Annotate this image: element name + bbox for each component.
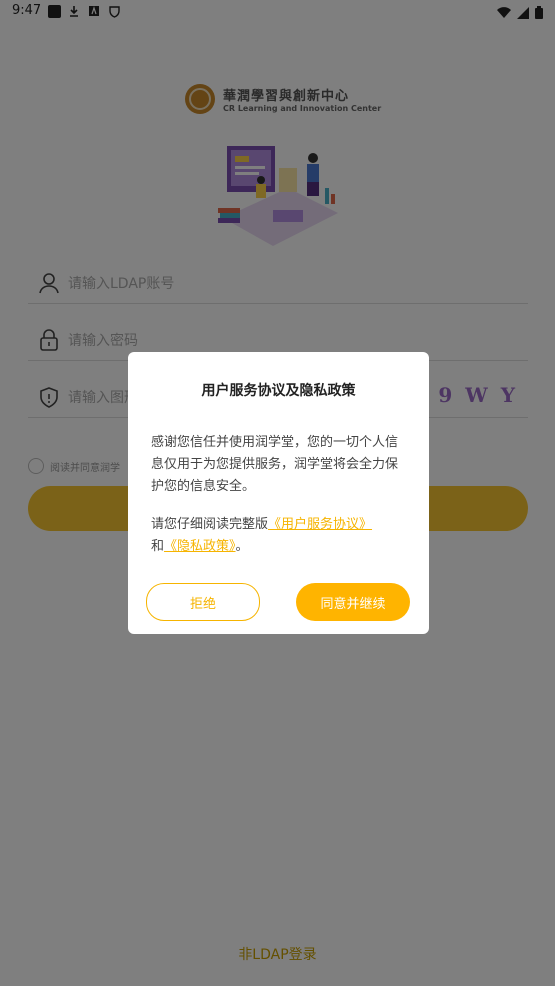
- reject-button[interactable]: 拒绝: [146, 583, 260, 621]
- dialog-paragraph-1: 感谢您信任并使用润学堂，您的一切个人信息仅用于为您提供服务，润学堂将会全力保护您…: [151, 435, 399, 494]
- dialog-p2-and: 和: [151, 539, 165, 554]
- service-agreement-link[interactable]: 《用户服务协议》: [268, 517, 372, 532]
- dialog-p2-prefix: 请您仔细阅读完整版: [151, 517, 269, 532]
- accept-button[interactable]: 同意并继续: [296, 583, 410, 621]
- dialog-paragraph-2: 请您仔细阅读完整版《用户服务协议》和《隐私政策》。: [151, 514, 409, 558]
- dialog-title: 用户服务协议及隐私政策: [201, 383, 356, 399]
- privacy-policy-link[interactable]: 《隐私政策》: [164, 539, 236, 554]
- privacy-dialog: 用户服务协议及隐私政策 感谢您信任并使用润学堂，您的一切个人信息仅用于为您提供服…: [128, 352, 429, 634]
- dialog-p2-suffix: 。: [235, 539, 249, 554]
- dialog-body: 感谢您信任并使用润学堂，您的一切个人信息仅用于为您提供服务，润学堂将会全力保护您…: [151, 432, 409, 574]
